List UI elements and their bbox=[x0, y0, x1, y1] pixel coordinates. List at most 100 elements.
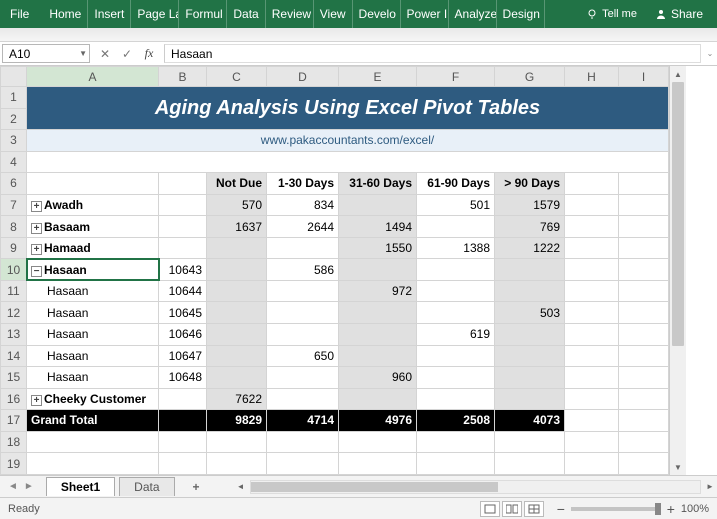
scroll-down-icon[interactable]: ▼ bbox=[670, 459, 686, 475]
pivot-row-name[interactable]: Hasaan bbox=[27, 302, 159, 324]
pivot-row-name[interactable]: +Hamaad bbox=[27, 237, 159, 259]
scroll-left-icon[interactable]: ◄ bbox=[234, 482, 248, 491]
row-header[interactable]: 12 bbox=[1, 302, 27, 324]
pivot-row-name[interactable]: Hasaan bbox=[27, 345, 159, 367]
cell[interactable]: 1579 bbox=[495, 194, 565, 216]
row-header[interactable]: 4 bbox=[1, 151, 27, 173]
cell[interactable] bbox=[495, 280, 565, 302]
row-header[interactable]: 6 bbox=[1, 173, 27, 195]
scroll-right-icon[interactable]: ► bbox=[703, 482, 717, 491]
pivot-data-row[interactable]: 12Hasaan10645 503 bbox=[1, 302, 669, 324]
cell[interactable] bbox=[267, 280, 339, 302]
cell[interactable] bbox=[417, 345, 495, 367]
expand-icon[interactable]: + bbox=[31, 244, 42, 255]
cell[interactable] bbox=[207, 259, 267, 281]
row-header[interactable]: 1 bbox=[1, 87, 27, 109]
pivot-data-row[interactable]: 7+Awadh5708345011579 bbox=[1, 194, 669, 216]
pivot-data-row[interactable]: 10−Hasaan10643586 bbox=[1, 259, 669, 281]
pivot-row-name[interactable]: Hasaan bbox=[27, 324, 159, 346]
vertical-scrollbar[interactable]: ▲ ▼ bbox=[669, 66, 686, 475]
add-sheet-icon[interactable]: + bbox=[179, 478, 214, 496]
tab-view[interactable]: View bbox=[314, 0, 353, 28]
cell[interactable]: 834 bbox=[267, 194, 339, 216]
pivot-data-row[interactable]: 9+Hamaad155013881222 bbox=[1, 237, 669, 259]
expand-icon[interactable]: + bbox=[31, 223, 42, 234]
collapse-icon[interactable]: − bbox=[31, 266, 42, 277]
tab-analyze[interactable]: Analyze bbox=[449, 0, 497, 28]
cell[interactable] bbox=[495, 324, 565, 346]
cell[interactable] bbox=[267, 237, 339, 259]
cell[interactable] bbox=[495, 345, 565, 367]
pivot-data-row[interactable]: 13Hasaan10646619 bbox=[1, 324, 669, 346]
formula-expand-icon[interactable]: ⌄ bbox=[703, 42, 717, 65]
cell[interactable]: 1637 bbox=[207, 216, 267, 238]
cell[interactable]: 10646 bbox=[159, 324, 207, 346]
pivot-row-name[interactable]: +Cheeky Customer bbox=[27, 388, 159, 410]
pivot-row-name[interactable]: Hasaan bbox=[27, 280, 159, 302]
zoom-in-icon[interactable]: + bbox=[665, 501, 677, 517]
sheet-nav[interactable]: ◄► bbox=[0, 481, 42, 492]
pivot-row-name[interactable]: −Hasaan bbox=[27, 259, 159, 281]
row-header[interactable]: 7 bbox=[1, 194, 27, 216]
pivot-row-name[interactable]: +Awadh bbox=[27, 194, 159, 216]
scroll-thumb[interactable] bbox=[672, 82, 684, 346]
expand-icon[interactable]: + bbox=[31, 201, 42, 212]
row-header[interactable]: 8 bbox=[1, 216, 27, 238]
cell[interactable] bbox=[339, 302, 417, 324]
chevron-down-icon[interactable]: ▼ bbox=[79, 49, 87, 58]
zoom-out-icon[interactable]: − bbox=[555, 501, 567, 517]
horizontal-scrollbar[interactable]: ◄ ► bbox=[234, 480, 717, 494]
share-button[interactable]: Share bbox=[645, 7, 713, 21]
cell[interactable] bbox=[417, 302, 495, 324]
pivot-data-row[interactable]: 15Hasaan10648960 bbox=[1, 367, 669, 389]
tab-home[interactable]: Home bbox=[43, 0, 88, 28]
row-header[interactable]: 18 bbox=[1, 431, 27, 453]
select-all-corner[interactable] bbox=[1, 67, 27, 87]
cell[interactable]: 1494 bbox=[339, 216, 417, 238]
cell[interactable] bbox=[495, 259, 565, 281]
tab-file[interactable]: File bbox=[4, 0, 43, 28]
tab-review[interactable]: Review bbox=[266, 0, 314, 28]
pivot-data-row[interactable]: 8+Basaam163726441494769 bbox=[1, 216, 669, 238]
tab-developer[interactable]: Develo bbox=[353, 0, 401, 28]
row-header[interactable]: 16 bbox=[1, 388, 27, 410]
tab-page-layout[interactable]: Page La bbox=[131, 0, 179, 28]
cell[interactable]: 972 bbox=[339, 280, 417, 302]
tab-power[interactable]: Power I bbox=[401, 0, 449, 28]
row-header[interactable]: 15 bbox=[1, 367, 27, 389]
cell[interactable] bbox=[417, 388, 495, 410]
cell[interactable]: 501 bbox=[417, 194, 495, 216]
pivot-data-row[interactable]: 14Hasaan10647650 bbox=[1, 345, 669, 367]
cell[interactable]: 619 bbox=[417, 324, 495, 346]
cell[interactable] bbox=[159, 237, 207, 259]
cell[interactable]: 10643 bbox=[159, 259, 207, 281]
cell[interactable]: 10645 bbox=[159, 302, 207, 324]
cell[interactable] bbox=[159, 216, 207, 238]
cell[interactable] bbox=[207, 237, 267, 259]
cell[interactable] bbox=[339, 345, 417, 367]
column-headers[interactable]: A B C D E F G H I bbox=[1, 67, 669, 87]
row-header[interactable]: 19 bbox=[1, 453, 27, 475]
spreadsheet-grid[interactable]: A B C D E F G H I 1Aging Analysis Using … bbox=[0, 66, 669, 475]
tab-data[interactable]: Data bbox=[227, 0, 265, 28]
cell[interactable]: 769 bbox=[495, 216, 565, 238]
tab-design[interactable]: Design bbox=[497, 0, 545, 28]
cell[interactable]: 503 bbox=[495, 302, 565, 324]
cell[interactable] bbox=[159, 194, 207, 216]
cell[interactable] bbox=[339, 388, 417, 410]
cell[interactable] bbox=[339, 259, 417, 281]
row-header[interactable]: 17 bbox=[1, 410, 27, 432]
cell[interactable] bbox=[207, 280, 267, 302]
sheet-tab-active[interactable]: Sheet1 bbox=[46, 477, 115, 496]
sheet-tab-data[interactable]: Data bbox=[119, 477, 174, 496]
hscroll-thumb[interactable] bbox=[251, 482, 498, 492]
cell[interactable]: 2644 bbox=[267, 216, 339, 238]
view-page-break-icon[interactable] bbox=[524, 501, 544, 517]
cell[interactable] bbox=[267, 388, 339, 410]
pivot-data-row[interactable]: 11Hasaan10644972 bbox=[1, 280, 669, 302]
zoom-control[interactable]: − + 100% bbox=[555, 501, 709, 517]
cell[interactable] bbox=[417, 280, 495, 302]
cell[interactable] bbox=[495, 388, 565, 410]
cancel-icon[interactable]: ✕ bbox=[94, 42, 116, 65]
pivot-data-row[interactable]: 16+Cheeky Customer7622 bbox=[1, 388, 669, 410]
